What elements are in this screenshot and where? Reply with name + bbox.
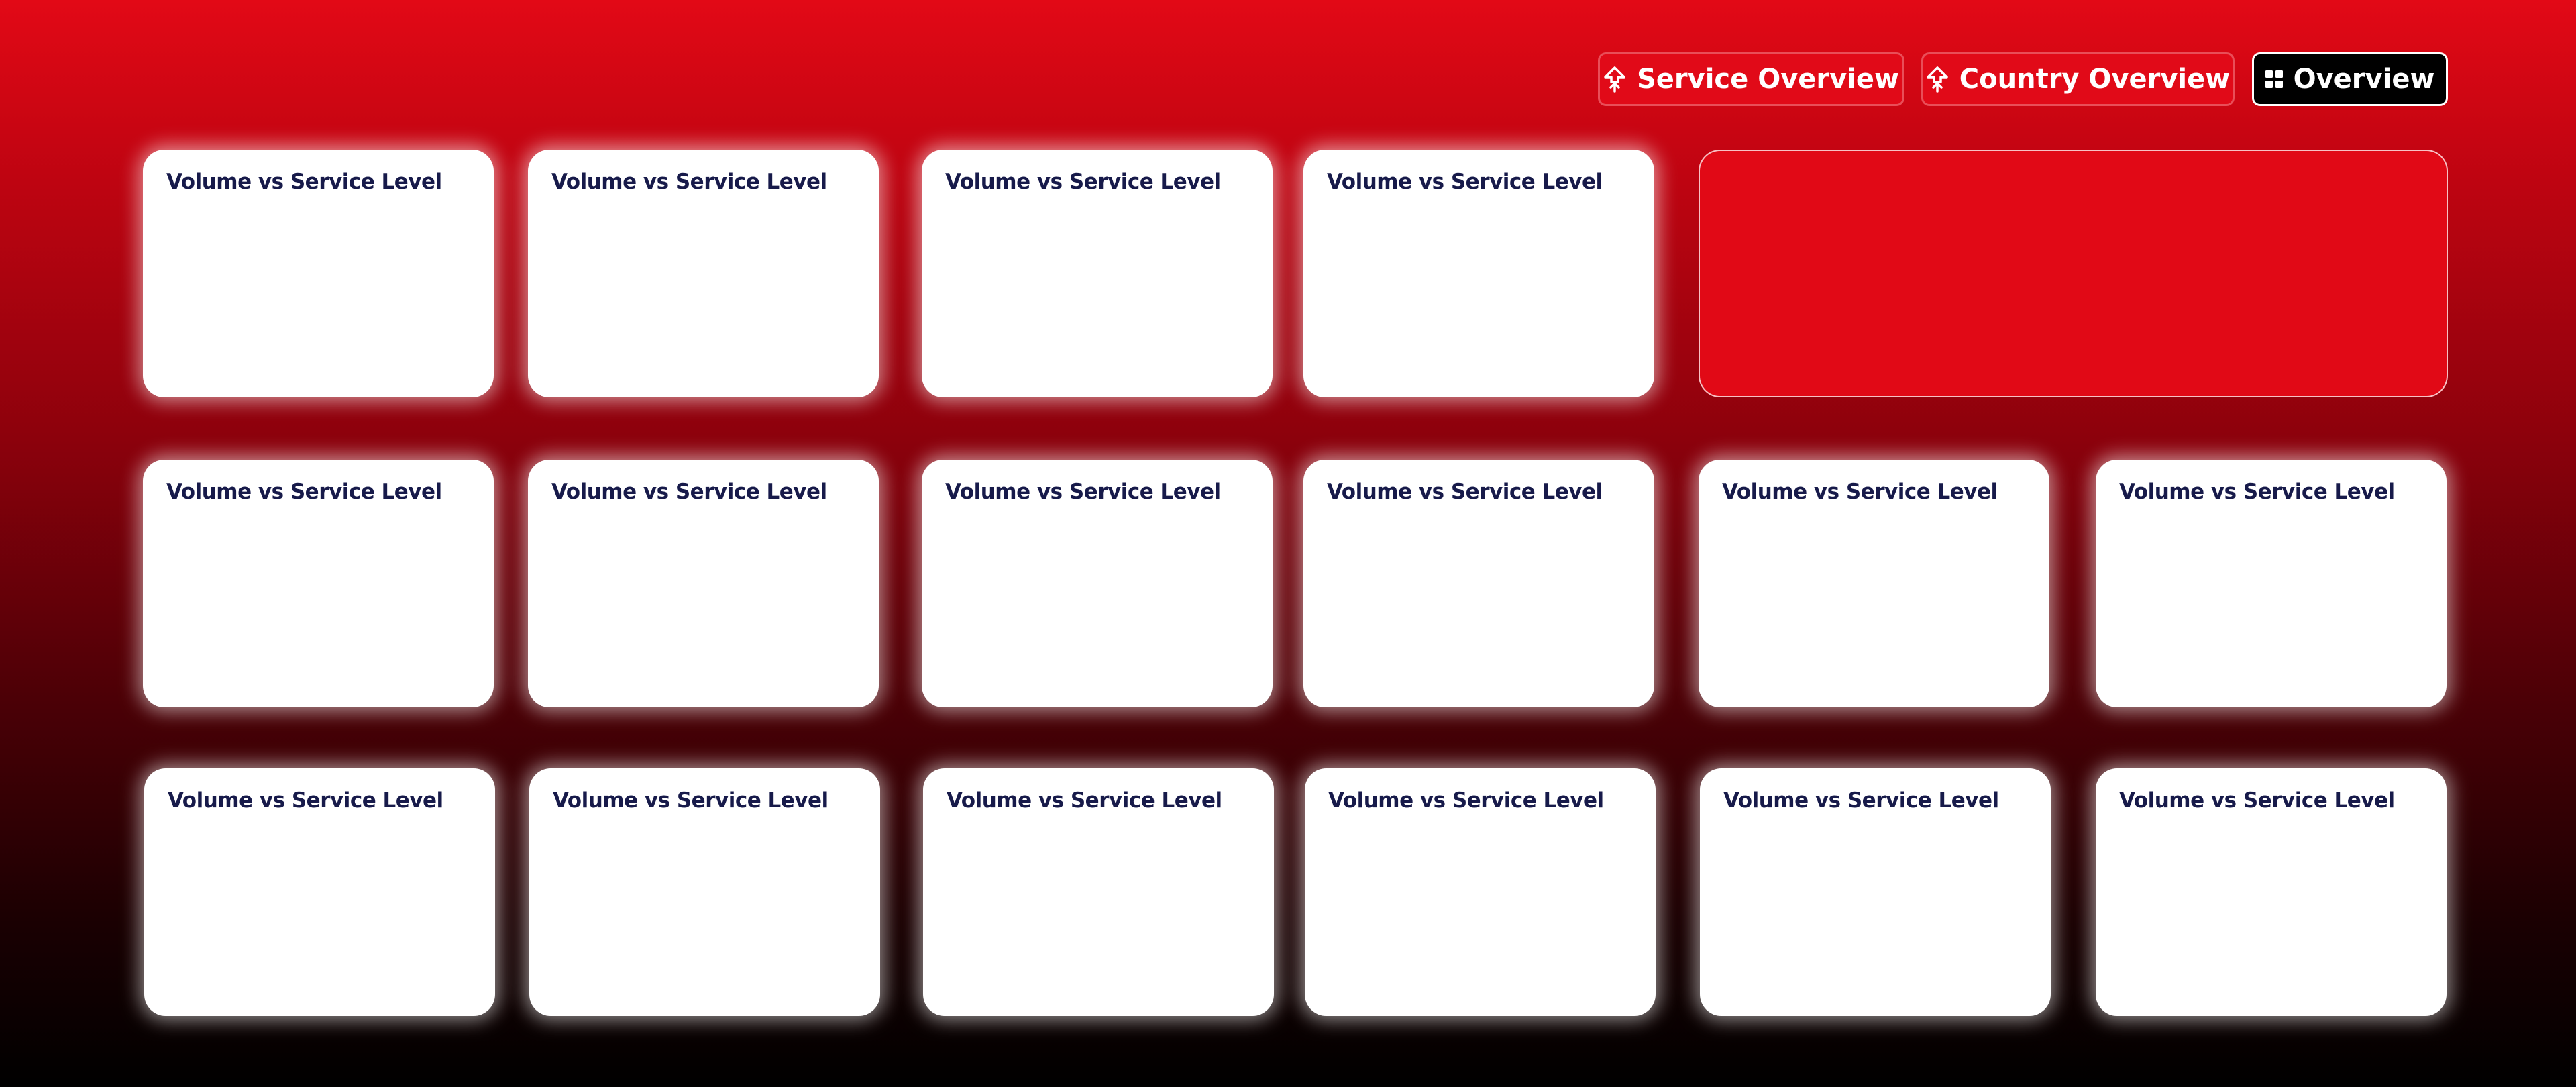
grid-icon	[2265, 70, 2283, 88]
upload-icon	[1926, 66, 1949, 93]
volume-service-card[interactable]: Volume vs Service Level	[1303, 460, 1654, 707]
overview-button[interactable]: Overview	[2252, 52, 2448, 106]
card-title: Volume vs Service Level	[945, 480, 1221, 504]
card-title: Volume vs Service Level	[553, 788, 828, 813]
card-title: Volume vs Service Level	[166, 170, 442, 194]
volume-service-card[interactable]: Volume vs Service Level	[922, 150, 1273, 397]
volume-service-card[interactable]: Volume vs Service Level	[528, 460, 879, 707]
card-title: Volume vs Service Level	[1722, 480, 1998, 504]
card-title: Volume vs Service Level	[2119, 480, 2395, 504]
volume-service-card[interactable]: Volume vs Service Level	[2096, 768, 2447, 1016]
card-title: Volume vs Service Level	[168, 788, 443, 813]
volume-service-card[interactable]: Volume vs Service Level	[144, 768, 495, 1016]
volume-service-card[interactable]: Volume vs Service Level	[143, 150, 494, 397]
service-overview-label: Service Overview	[1636, 64, 1899, 95]
volume-service-card[interactable]: Volume vs Service Level	[1303, 150, 1654, 397]
card-title: Volume vs Service Level	[1328, 788, 1604, 813]
country-overview-label: Country Overview	[1959, 64, 2231, 95]
volume-service-card[interactable]: Volume vs Service Level	[922, 460, 1273, 707]
card-title: Volume vs Service Level	[1327, 480, 1603, 504]
volume-service-card[interactable]: Volume vs Service Level	[923, 768, 1274, 1016]
volume-service-card[interactable]: Volume vs Service Level	[528, 150, 879, 397]
volume-service-card[interactable]: Volume vs Service Level	[2096, 460, 2447, 707]
card-title: Volume vs Service Level	[2119, 788, 2395, 813]
highlight-panel	[1699, 150, 2448, 397]
country-overview-button[interactable]: Country Overview	[1921, 52, 2235, 106]
volume-service-card[interactable]: Volume vs Service Level	[143, 460, 494, 707]
service-overview-button[interactable]: Service Overview	[1598, 52, 1904, 106]
volume-service-card[interactable]: Volume vs Service Level	[529, 768, 880, 1016]
card-title: Volume vs Service Level	[945, 170, 1221, 194]
card-title: Volume vs Service Level	[166, 480, 442, 504]
volume-service-card[interactable]: Volume vs Service Level	[1700, 768, 2051, 1016]
card-title: Volume vs Service Level	[1723, 788, 1999, 813]
volume-service-card[interactable]: Volume vs Service Level	[1305, 768, 1656, 1016]
card-title: Volume vs Service Level	[551, 170, 827, 194]
overview-label: Overview	[2293, 64, 2435, 95]
volume-service-card[interactable]: Volume vs Service Level	[1699, 460, 2049, 707]
card-title: Volume vs Service Level	[947, 788, 1222, 813]
upload-icon	[1603, 66, 1626, 93]
card-title: Volume vs Service Level	[1327, 170, 1603, 194]
card-title: Volume vs Service Level	[551, 480, 827, 504]
